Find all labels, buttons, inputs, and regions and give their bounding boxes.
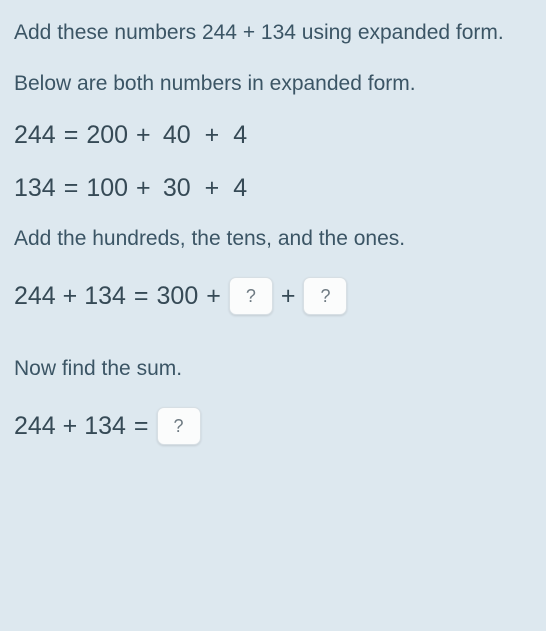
final-sum-input[interactable]: ? — [157, 407, 201, 445]
equals-sign: = — [64, 121, 79, 150]
instruction-find-sum: Now find the sum. — [14, 357, 532, 381]
instruction-add-places: Add the hundreds, the tens, and the ones… — [14, 227, 532, 251]
final-lhs: 244 + 134 — [14, 412, 126, 441]
sum-lhs: 244 + 134 — [14, 282, 126, 311]
equals-sign: = — [134, 412, 149, 441]
number-1: 244 — [14, 121, 56, 150]
hundreds-2: 100 — [86, 174, 128, 203]
plus-sign: + — [136, 174, 151, 203]
problem-intro: Add these numbers 244 + 134 using expand… — [14, 16, 532, 50]
plus-sign: + — [281, 282, 296, 311]
hundreds-1: 200 — [86, 121, 128, 150]
number-2: 134 — [14, 174, 56, 203]
partial-sum-row: 244 + 134 = 300 + ? + ? — [14, 277, 532, 315]
expanded-row-2: 134 = 100 + 30 + 4 — [14, 174, 532, 203]
tens-2: 30 — [159, 174, 191, 203]
hundreds-sum: 300 — [157, 282, 199, 311]
expanded-row-1: 244 = 200 + 40 + 4 — [14, 121, 532, 150]
ones-sum-input[interactable]: ? — [303, 277, 347, 315]
equals-sign: = — [134, 282, 149, 311]
plus-sign: + — [136, 121, 151, 150]
final-sum-row: 244 + 134 = ? — [14, 407, 532, 445]
tens-sum-input[interactable]: ? — [229, 277, 273, 315]
equals-sign: = — [64, 174, 79, 203]
plus-sign: + — [206, 282, 221, 311]
tens-1: 40 — [159, 121, 191, 150]
expanded-form-heading: Below are both numbers in expanded form. — [14, 68, 532, 100]
ones-2: 4 — [233, 174, 247, 203]
ones-1: 4 — [233, 121, 247, 150]
plus-sign: + — [205, 174, 220, 203]
plus-sign: + — [205, 121, 220, 150]
